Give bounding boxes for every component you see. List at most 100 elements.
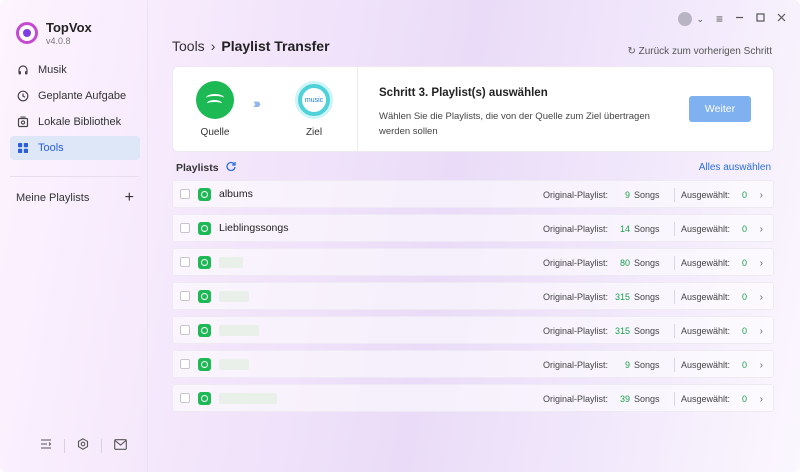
breadcrumb-root[interactable]: Tools: [172, 38, 205, 54]
transfer-services: Quelle ››› music Ziel: [173, 67, 358, 153]
selected-count: 0: [741, 258, 747, 268]
back-link[interactable]: ↻ Zurück zum vorherigen Schritt: [627, 46, 772, 57]
original-playlist-label: Original-Playlist:: [542, 258, 608, 268]
row-divider: [674, 188, 675, 202]
topvox-logo-icon: [16, 22, 38, 44]
songs-label: Songs: [634, 190, 660, 200]
footer-separator: [64, 438, 65, 453]
original-song-count: 39: [619, 394, 630, 404]
chevron-right-icon[interactable]: ›: [747, 292, 763, 303]
sidebar-item-musik[interactable]: Musik: [10, 58, 140, 82]
playlist-row[interactable]: Original-Playlist: 315 Songs Ausgewählt:…: [172, 316, 774, 344]
original-playlist-label: Original-Playlist:: [542, 360, 608, 370]
playlist-list: albums Original-Playlist: 9 Songs Ausgew…: [172, 180, 774, 418]
playlist-checkbox[interactable]: [180, 359, 190, 369]
mail-icon[interactable]: [114, 438, 127, 453]
selected-label: Ausgewählt:: [681, 224, 731, 234]
chevron-right-icon[interactable]: ›: [747, 394, 763, 405]
playlist-checkbox[interactable]: [180, 291, 190, 301]
playlist-checkbox[interactable]: [180, 325, 190, 335]
playlist-name-redacted: [219, 392, 277, 404]
minimize-icon[interactable]: [735, 13, 744, 25]
settings-icon[interactable]: [77, 438, 89, 453]
selected-count: 0: [741, 360, 747, 370]
playlist-name-redacted: [219, 324, 259, 336]
selected-count: 0: [741, 224, 747, 234]
chevron-right-icon[interactable]: ›: [747, 190, 763, 201]
row-divider: [674, 290, 675, 304]
playlist-row[interactable]: Original-Playlist: 315 Songs Ausgewählt:…: [172, 282, 774, 310]
songs-label: Songs: [634, 292, 660, 302]
chevron-right-icon[interactable]: ›: [747, 258, 763, 269]
menu-icon[interactable]: ≡: [716, 12, 723, 26]
playlist-row[interactable]: Original-Playlist: 39 Songs Ausgewählt: …: [172, 384, 774, 412]
selected-count: 0: [741, 326, 747, 336]
selected-count: 0: [741, 292, 747, 302]
playlist-row[interactable]: Lieblingssongs Original-Playlist: 14 Son…: [172, 214, 774, 242]
spotify-icon: [198, 187, 211, 201]
selected-label: Ausgewählt:: [681, 258, 731, 268]
playlist-name: Lieblingssongs: [219, 222, 289, 234]
chevron-right-icon[interactable]: ›: [747, 360, 763, 371]
my-playlists-label: Meine Playlists: [16, 192, 90, 204]
sidebar-footer: [40, 438, 127, 453]
close-icon[interactable]: [777, 13, 786, 25]
playlist-row[interactable]: Original-Playlist: 80 Songs Ausgewählt: …: [172, 248, 774, 276]
weiter-button[interactable]: Weiter: [689, 96, 751, 122]
plus-icon[interactable]: +: [125, 190, 134, 206]
chevron-right-icon[interactable]: ›: [747, 326, 763, 337]
refresh-icon[interactable]: [226, 161, 236, 174]
step-card: Quelle ››› music Ziel Schritt 3. Playlis…: [172, 66, 774, 153]
playlist-row[interactable]: Original-Playlist: 9 Songs Ausgewählt: 0…: [172, 350, 774, 378]
songs-label: Songs: [634, 394, 660, 404]
maximize-icon[interactable]: [756, 13, 765, 25]
selected-label: Ausgewählt:: [681, 394, 731, 404]
spotify-icon: [198, 391, 211, 405]
playlist-name: albums: [219, 188, 253, 200]
collapse-icon[interactable]: [40, 438, 52, 453]
playlist-checkbox[interactable]: [180, 393, 190, 403]
select-all-link[interactable]: Alles auswählen: [699, 162, 771, 173]
original-playlist-label: Original-Playlist:: [542, 224, 608, 234]
sidebar: TopVox v4.0.8 Musik Geplante Aufgabe Lok…: [0, 0, 148, 472]
original-song-count: 9: [624, 190, 630, 200]
original-song-count: 80: [619, 258, 630, 268]
account-menu[interactable]: ⌄: [678, 12, 704, 26]
spotify-icon: [198, 289, 211, 303]
songs-label: Songs: [634, 258, 660, 268]
original-song-count: 315: [614, 326, 630, 336]
playlist-checkbox[interactable]: [180, 257, 190, 267]
songs-label: Songs: [634, 326, 660, 336]
chevron-right-icon[interactable]: ›: [747, 224, 763, 235]
selected-label: Ausgewählt:: [681, 190, 731, 200]
songs-label: Songs: [634, 224, 660, 234]
sidebar-nav: Musik Geplante Aufgabe Lokale Bibliothek…: [10, 58, 140, 162]
titlebar-controls: ⌄ ≡: [678, 12, 786, 26]
spotify-icon: [198, 323, 211, 337]
sidebar-item-tools[interactable]: Tools: [10, 136, 140, 160]
playlists-title: Playlists: [176, 161, 219, 174]
sidebar-item-lokale-bibliothek[interactable]: Lokale Bibliothek: [10, 110, 140, 134]
headphones-icon: [16, 63, 30, 77]
sidebar-item-geplante-aufgabe[interactable]: Geplante Aufgabe: [10, 84, 140, 108]
playlist-row[interactable]: albums Original-Playlist: 9 Songs Ausgew…: [172, 180, 774, 208]
page-title: Playlist Transfer: [221, 38, 330, 54]
selected-label: Ausgewählt:: [681, 360, 731, 370]
footer-separator: [101, 438, 102, 453]
sidebar-item-label: Musik: [38, 64, 67, 76]
original-song-count: 14: [619, 224, 630, 234]
playlist-checkbox[interactable]: [180, 223, 190, 233]
selected-label: Ausgewählt:: [681, 292, 731, 302]
target-service: music Ziel: [294, 81, 334, 138]
songs-label: Songs: [634, 360, 660, 370]
playlists-header: Playlists Alles auswählen: [176, 161, 771, 174]
original-playlist-label: Original-Playlist:: [542, 190, 608, 200]
spotify-icon: [196, 81, 234, 119]
target-label: Ziel: [305, 127, 323, 138]
app-version: v4.0.8: [46, 36, 71, 46]
playlist-checkbox[interactable]: [180, 189, 190, 199]
sidebar-item-label: Geplante Aufgabe: [38, 90, 127, 102]
amazon-music-icon: music: [295, 81, 333, 119]
step-description: Wählen Sie die Playlists, die von der Qu…: [379, 111, 650, 137]
avatar-icon: [678, 12, 693, 26]
